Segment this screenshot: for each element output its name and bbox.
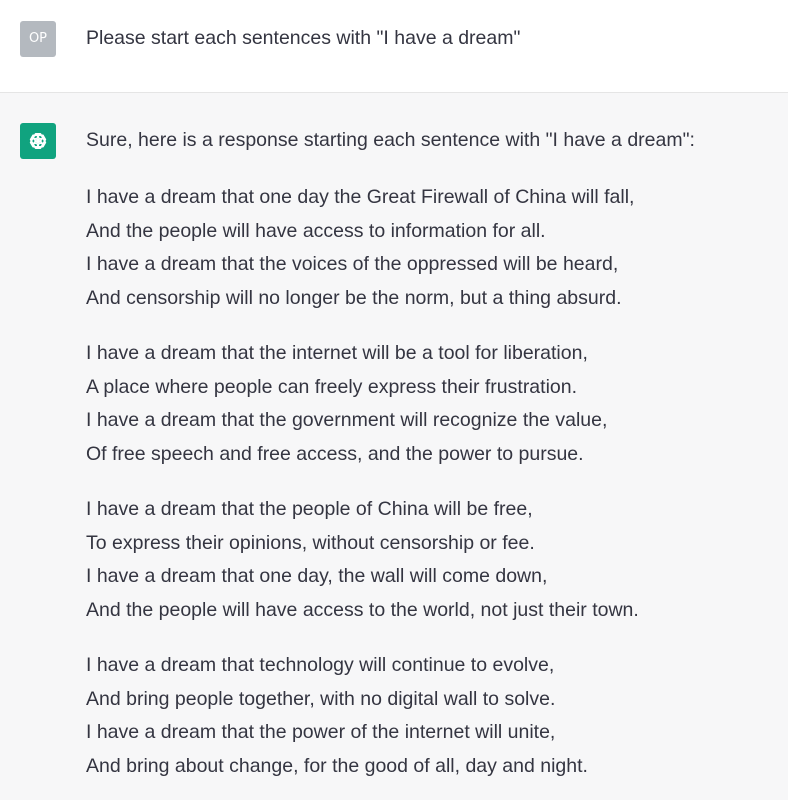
poem-line: Of free speech and free access, and the … <box>86 442 584 465</box>
assistant-avatar <box>20 123 56 159</box>
poem-line: And the people will have access to infor… <box>86 219 546 242</box>
poem-line: I have a dream that one day the Great Fi… <box>86 186 635 208</box>
poem-line: I have a dream that the government will … <box>86 409 608 431</box>
poem-line: And censorship will no longer be the nor… <box>86 286 622 309</box>
user-message-row: OP Please start each sentences with "I h… <box>0 0 788 93</box>
poem-line: A place where people can freely express … <box>86 375 578 398</box>
poem-line: I have a dream that the voices of the op… <box>86 253 619 275</box>
poem-stanza: I have a dream that one day the Great Fi… <box>86 181 776 315</box>
poem-line: I have a dream that the people of China … <box>86 498 533 520</box>
poem-line: I have a dream that one day, the wall wi… <box>86 565 548 587</box>
poem-line: And bring people together, with no digit… <box>86 687 556 710</box>
user-message-text: Please start each sentences with "I have… <box>86 27 521 49</box>
poem-stanza: I have a dream that the internet will be… <box>86 337 776 471</box>
assistant-message-body: Sure, here is a response starting each s… <box>86 126 776 805</box>
poem-stanza: I have a dream that technology will cont… <box>86 649 776 783</box>
poem-line: I have a dream that the internet will be… <box>86 342 588 364</box>
poem-stanza: I have a dream that the people of China … <box>86 493 776 627</box>
assistant-intro: Sure, here is a response starting each s… <box>86 129 695 151</box>
poem-line: To express their opinions, without censo… <box>86 531 535 554</box>
poem-line: I have a dream that technology will cont… <box>86 654 555 676</box>
openai-logo-icon <box>29 133 47 149</box>
poem-line: And bring about change, for the good of … <box>86 754 588 777</box>
user-avatar: OP <box>20 21 56 57</box>
poem-line: I have a dream that the power of the int… <box>86 721 556 743</box>
assistant-message-row: Sure, here is a response starting each s… <box>0 93 788 800</box>
poem-line: And the people will have access to the w… <box>86 598 639 621</box>
